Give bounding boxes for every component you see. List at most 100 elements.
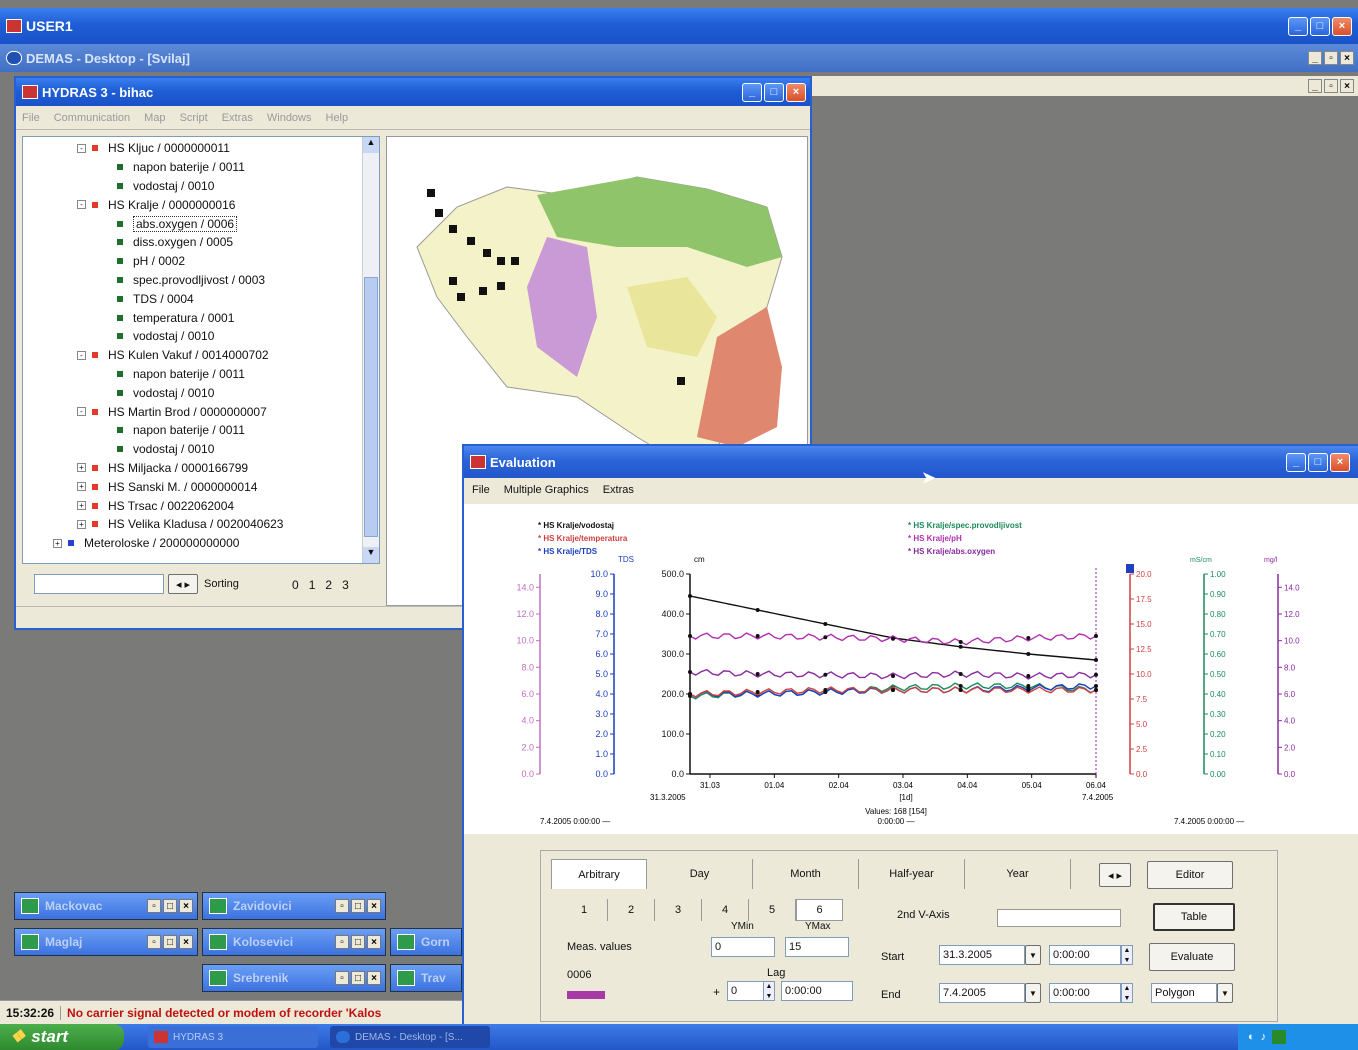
minimized-close-button[interactable]: ×: [179, 899, 193, 913]
channel-color-swatch[interactable]: [567, 991, 605, 999]
mode-select[interactable]: Polygon: [1151, 983, 1217, 1003]
hydras-menu-item[interactable]: Windows: [267, 112, 312, 124]
minimized-maximize-button[interactable]: □: [351, 971, 365, 985]
subtab-graphic[interactable]: 6: [796, 899, 843, 921]
start-date-input[interactable]: 31.3.2005: [939, 945, 1025, 965]
minimized-restore-button[interactable]: ▫: [335, 971, 349, 985]
ymax-input[interactable]: 15: [785, 937, 849, 957]
tree-item[interactable]: - HS Kulen Vakuf / 0014000702: [23, 346, 379, 365]
minimized-close-button[interactable]: ×: [367, 899, 381, 913]
evaluation-menu-item[interactable]: Extras: [603, 484, 634, 496]
end-date-dropdown[interactable]: ▼: [1025, 983, 1041, 1003]
ymin-input[interactable]: 0: [711, 937, 775, 957]
tab-year[interactable]: Year: [965, 859, 1071, 889]
lag-time-input[interactable]: 0:00:00: [781, 981, 853, 1001]
hydras-menu-item[interactable]: Help: [326, 112, 349, 124]
table-button[interactable]: Table: [1153, 903, 1235, 931]
minimized-maximize-button[interactable]: □: [351, 899, 365, 913]
tray-app-icon[interactable]: [1272, 1030, 1287, 1044]
scroll-down-icon[interactable]: ▼: [363, 547, 379, 563]
minimized-maximize-button[interactable]: □: [163, 935, 177, 949]
lag-sign[interactable]: +: [713, 985, 720, 999]
tree-item[interactable]: vodostaj / 0010: [23, 383, 379, 402]
minimize-button[interactable]: _: [1288, 16, 1308, 36]
hydras-close-button[interactable]: ×: [786, 82, 806, 102]
evaluate-button[interactable]: Evaluate: [1149, 943, 1235, 971]
subtab-graphic[interactable]: 4: [702, 899, 749, 921]
start-time-input[interactable]: 0:00:00: [1049, 945, 1121, 965]
mdi-close-button[interactable]: ×: [1340, 79, 1354, 93]
tab-day[interactable]: Day: [647, 859, 753, 889]
second-axis-slider[interactable]: [997, 909, 1121, 927]
tab-month[interactable]: Month: [753, 859, 859, 889]
subtab-graphic[interactable]: 2: [608, 899, 655, 921]
start-button[interactable]: ❖ start: [0, 1024, 124, 1050]
hydras-menu-item[interactable]: Extras: [222, 112, 253, 124]
tree-item[interactable]: pH / 0002: [23, 252, 379, 271]
minimized-restore-button[interactable]: ▫: [147, 899, 161, 913]
tree-item[interactable]: + HS Velika Kladusa / 0020040623: [23, 515, 379, 534]
hydras-minimize-button[interactable]: _: [742, 82, 762, 102]
expand-icon[interactable]: +: [77, 519, 86, 529]
end-date-input[interactable]: 7.4.2005: [939, 983, 1025, 1003]
minimized-maximize-button[interactable]: □: [351, 935, 365, 949]
minimized-window[interactable]: Kolosevici ▫ □ ×: [202, 928, 386, 956]
minimized-window[interactable]: Srebrenik ▫ □ ×: [202, 964, 386, 992]
minimized-maximize-button[interactable]: □: [163, 899, 177, 913]
tree-item[interactable]: + HS Sanski M. / 0000000014: [23, 477, 379, 496]
collapse-icon[interactable]: -: [77, 350, 86, 360]
collapse-icon[interactable]: -: [77, 407, 86, 417]
tree-item[interactable]: temperatura / 0001: [23, 308, 379, 327]
minimized-close-button[interactable]: ×: [367, 935, 381, 949]
end-time-spinner[interactable]: ▲ ▼: [1121, 983, 1133, 1003]
tree-item[interactable]: spec.provodljivost / 0003: [23, 271, 379, 290]
minimized-window[interactable]: Mackovac ▫ □ ×: [14, 892, 198, 920]
tree-item[interactable]: napon baterije / 0011: [23, 365, 379, 384]
minimized-window[interactable]: Zavidovici ▫ □ ×: [202, 892, 386, 920]
sort-level-option[interactable]: 2: [325, 578, 332, 592]
scroll-up-icon[interactable]: ▲: [363, 137, 379, 153]
tree-item[interactable]: + Meteroloske / 200000000000: [23, 534, 379, 553]
sort-arrows-button[interactable]: ◂ ▸: [168, 574, 198, 594]
tree-scrollbar[interactable]: ▲ ▼: [362, 137, 379, 563]
evaluation-menu-item[interactable]: Multiple Graphics: [504, 484, 589, 496]
expand-icon[interactable]: +: [77, 501, 86, 511]
lag-value-spinner[interactable]: ▲ ▼: [763, 981, 775, 1001]
demas-minimize-button[interactable]: _: [1308, 51, 1322, 65]
collapse-icon[interactable]: -: [77, 143, 86, 153]
tree-item[interactable]: vodostaj / 0010: [23, 177, 379, 196]
tree-item[interactable]: - HS Kralje / 0000000016: [23, 195, 379, 214]
end-marker-handle[interactable]: [1126, 564, 1134, 573]
tree-item[interactable]: + HS Miljacka / 0000166799: [23, 459, 379, 478]
evaluation-close-button[interactable]: ×: [1330, 452, 1350, 472]
hydras-menu-item[interactable]: Script: [180, 112, 208, 124]
minimized-window[interactable]: Maglaj ▫ □ ×: [14, 928, 198, 956]
tree-item[interactable]: vodostaj / 0010: [23, 440, 379, 459]
end-time-input[interactable]: 0:00:00: [1049, 983, 1121, 1003]
close-button[interactable]: ×: [1332, 16, 1352, 36]
tree-item[interactable]: - HS Martin Brod / 0000000007: [23, 402, 379, 421]
start-time-spinner[interactable]: ▲ ▼: [1121, 945, 1133, 965]
lag-value-input[interactable]: 0: [727, 981, 765, 1001]
tab-scroll-button[interactable]: ◂ ▸: [1099, 863, 1131, 887]
minimized-restore-button[interactable]: ▫: [335, 899, 349, 913]
tray-sound-icon[interactable]: ♪: [1261, 1031, 1267, 1043]
sort-level-option[interactable]: 1: [309, 578, 316, 592]
evaluation-chart[interactable]: * HS Kralje/vodostaj * HS Kralje/temperat…: [464, 504, 1358, 834]
hydras-menu-item[interactable]: File: [22, 112, 40, 124]
tree-filter-input[interactable]: [34, 574, 164, 594]
minimized-restore-button[interactable]: ▫: [335, 935, 349, 949]
tree-item[interactable]: vodostaj / 0010: [23, 327, 379, 346]
hydras-menu-item[interactable]: Communication: [54, 112, 130, 124]
mode-dropdown[interactable]: ▼: [1217, 983, 1233, 1003]
demas-close-button[interactable]: ×: [1340, 51, 1354, 65]
demas-restore-button[interactable]: ▫: [1324, 51, 1338, 65]
tree-item[interactable]: diss.oxygen / 0005: [23, 233, 379, 252]
expand-icon[interactable]: +: [77, 463, 86, 473]
subtab-graphic[interactable]: 5: [749, 899, 796, 921]
tree-item[interactable]: + HS Trsac / 0022062004: [23, 496, 379, 515]
tray-network-icon[interactable]: ◐: [1248, 1031, 1255, 1043]
scroll-thumb[interactable]: [364, 277, 378, 537]
evaluation-menu-item[interactable]: File: [472, 484, 490, 496]
tree-item[interactable]: - HS Kljuc / 0000000011: [23, 139, 379, 158]
